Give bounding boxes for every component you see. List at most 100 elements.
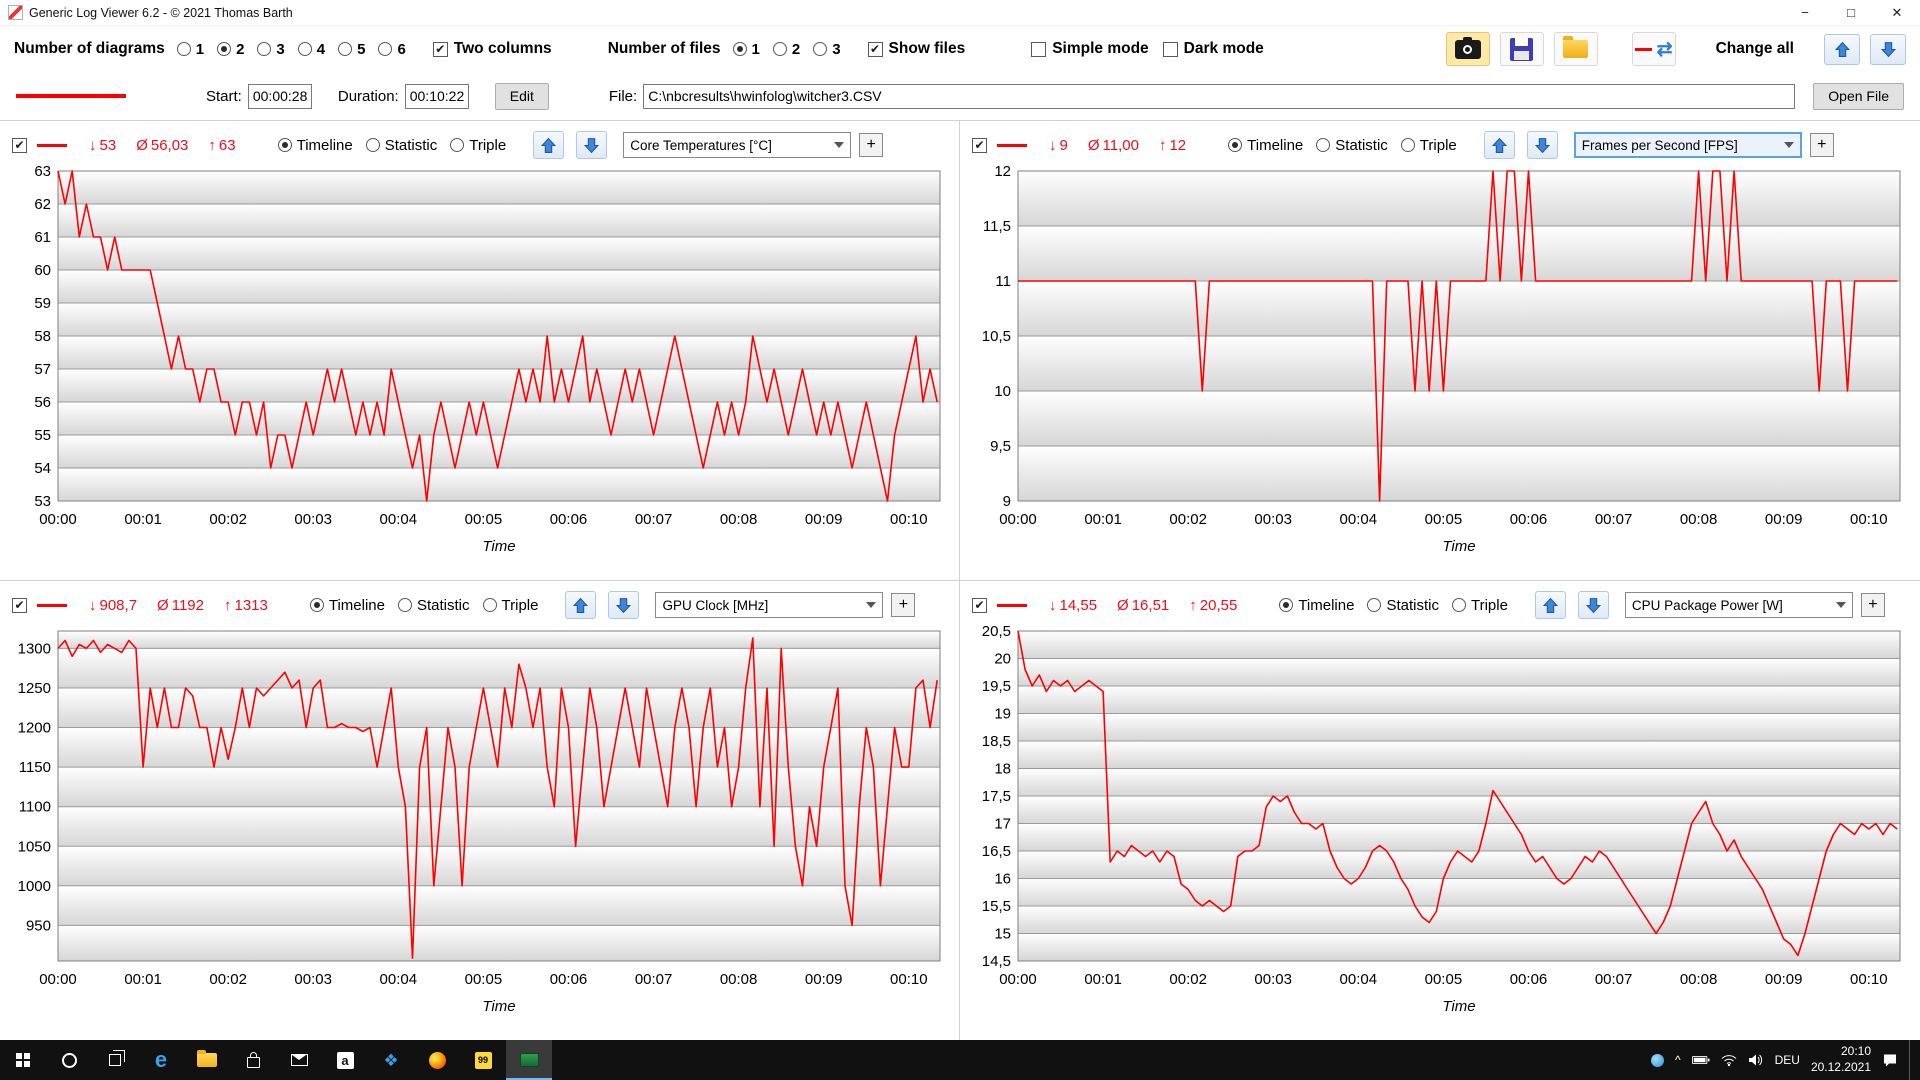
- add-series-button[interactable]: +: [859, 133, 883, 157]
- search-button[interactable]: [46, 1040, 92, 1080]
- move-down-button[interactable]: [1578, 591, 1609, 619]
- diagram-count-6[interactable]: 6: [378, 41, 405, 58]
- tray-expand-chevron-icon[interactable]: ^: [1675, 1053, 1681, 1067]
- file-count-2[interactable]: 2: [773, 41, 800, 58]
- taskbar-app-edge[interactable]: e: [138, 1040, 184, 1080]
- radio-statistic[interactable]: Statistic: [1367, 597, 1439, 614]
- radio-circle-icon: [773, 42, 787, 56]
- file-path-input[interactable]: [643, 84, 1795, 109]
- radio-statistic[interactable]: Statistic: [398, 597, 470, 614]
- radio-label: 1: [196, 41, 204, 58]
- dark-mode-checkbox[interactable]: ✔ Dark mode: [1163, 40, 1264, 58]
- screenshot-button[interactable]: [1446, 32, 1490, 66]
- floppy-disk-icon: [1510, 38, 1533, 61]
- radio-triple[interactable]: Triple: [483, 597, 539, 614]
- series-visible-checkbox[interactable]: ✔: [12, 138, 27, 153]
- duration-input[interactable]: [405, 84, 469, 109]
- svg-text:00:07: 00:07: [635, 511, 673, 528]
- file-count-1[interactable]: 1: [733, 41, 760, 58]
- mail-icon: [291, 1054, 308, 1066]
- export-button[interactable]: [1554, 32, 1598, 66]
- edge-icon: e: [155, 1049, 167, 1071]
- arrow-down-icon: [615, 597, 632, 614]
- metric-dropdown[interactable]: Core Temperatures [°C]: [623, 132, 851, 158]
- radio-timeline[interactable]: Timeline: [1279, 597, 1354, 614]
- radio-label: Timeline: [1247, 137, 1303, 154]
- edit-button[interactable]: Edit: [495, 83, 549, 110]
- save-button[interactable]: [1500, 32, 1544, 66]
- change-all-down-button[interactable]: [1870, 34, 1906, 65]
- move-down-button[interactable]: [576, 131, 607, 159]
- tray-app-icon[interactable]: [1651, 1054, 1664, 1067]
- show-desktop-button[interactable]: [1909, 1040, 1914, 1080]
- move-up-button[interactable]: [565, 591, 596, 619]
- action-center-icon[interactable]: [1882, 1053, 1898, 1067]
- svg-text:57: 57: [34, 361, 51, 378]
- battery-icon[interactable]: [1692, 1055, 1710, 1065]
- simple-mode-checkbox[interactable]: ✔ Simple mode: [1031, 40, 1148, 58]
- move-down-button[interactable]: [608, 591, 639, 619]
- radio-timeline[interactable]: Timeline: [1228, 137, 1303, 154]
- metric-dropdown[interactable]: GPU Clock [MHz]: [655, 592, 883, 618]
- radio-timeline[interactable]: Timeline: [278, 137, 353, 154]
- reload-series-button[interactable]: ⇄: [1632, 32, 1676, 66]
- diagram-count-2[interactable]: 2: [217, 41, 244, 58]
- checkbox-box: ✔: [868, 42, 883, 57]
- add-series-button[interactable]: +: [1861, 593, 1885, 617]
- show-files-checkbox[interactable]: ✔ Show files: [868, 40, 966, 58]
- checkbox-box: ✔: [12, 138, 27, 153]
- series-visible-checkbox[interactable]: ✔: [972, 598, 987, 613]
- diagram-count-4[interactable]: 4: [298, 41, 325, 58]
- radio-circle-icon: [1279, 598, 1293, 612]
- radio-timeline[interactable]: Timeline: [310, 597, 385, 614]
- start-button[interactable]: [0, 1040, 46, 1080]
- svg-text:00:02: 00:02: [209, 971, 247, 988]
- taskbar-app-store[interactable]: [230, 1040, 276, 1080]
- taskbar-app-a[interactable]: a: [322, 1040, 368, 1080]
- svg-text:00:10: 00:10: [1850, 971, 1888, 988]
- series-visible-checkbox[interactable]: ✔: [12, 598, 27, 613]
- open-file-button[interactable]: Open File: [1813, 83, 1904, 110]
- taskbar-app-dropbox[interactable]: ❖: [368, 1040, 414, 1080]
- add-series-button[interactable]: +: [891, 593, 915, 617]
- radio-triple[interactable]: Triple: [1401, 137, 1457, 154]
- keyboard-language-indicator[interactable]: DEU: [1775, 1053, 1800, 1067]
- start-time-input[interactable]: [248, 84, 312, 109]
- taskbar-app-99[interactable]: 99: [460, 1040, 506, 1080]
- taskbar-app-explorer[interactable]: [184, 1040, 230, 1080]
- taskbar-clock[interactable]: 20:10 20.12.2021: [1811, 1044, 1871, 1075]
- diagram-count-3[interactable]: 3: [257, 41, 284, 58]
- svg-text:00:04: 00:04: [380, 511, 418, 528]
- panel-header: ✔ ↓9 Ø11,00 ↑12 TimelineStatisticTriple …: [972, 127, 1908, 163]
- taskbar-app-logviewer[interactable]: [506, 1040, 552, 1080]
- radio-triple[interactable]: Triple: [1452, 597, 1508, 614]
- dropbox-icon: ❖: [383, 1052, 398, 1069]
- radio-statistic[interactable]: Statistic: [1316, 137, 1388, 154]
- svg-text:00:03: 00:03: [294, 511, 332, 528]
- wifi-icon[interactable]: [1721, 1054, 1737, 1067]
- volume-icon[interactable]: [1748, 1053, 1764, 1067]
- move-up-button[interactable]: [1535, 591, 1566, 619]
- radio-statistic[interactable]: Statistic: [366, 137, 438, 154]
- two-columns-checkbox[interactable]: ✔ Two columns: [433, 40, 552, 58]
- radio-triple[interactable]: Triple: [450, 137, 506, 154]
- diagram-count-5[interactable]: 5: [338, 41, 365, 58]
- move-up-button[interactable]: [533, 131, 564, 159]
- add-series-button[interactable]: +: [1810, 133, 1834, 157]
- diagram-count-1[interactable]: 1: [177, 41, 204, 58]
- taskbar-app-firefox[interactable]: [414, 1040, 460, 1080]
- change-all-up-button[interactable]: [1824, 34, 1860, 65]
- taskbar-app-mail[interactable]: [276, 1040, 322, 1080]
- stat-avg: Ø1192: [157, 597, 204, 614]
- task-view-button[interactable]: [92, 1040, 138, 1080]
- metric-dropdown[interactable]: CPU Package Power [W]: [1625, 592, 1853, 618]
- move-down-button[interactable]: [1527, 131, 1558, 159]
- maximize-button[interactable]: □: [1828, 0, 1874, 25]
- move-up-button[interactable]: [1484, 131, 1515, 159]
- svg-text:Time: Time: [1442, 998, 1475, 1015]
- minimize-button[interactable]: −: [1782, 0, 1828, 25]
- close-button[interactable]: ✕: [1874, 0, 1920, 25]
- file-count-3[interactable]: 3: [813, 41, 840, 58]
- metric-dropdown[interactable]: Frames per Second [FPS]: [1574, 132, 1802, 158]
- series-visible-checkbox[interactable]: ✔: [972, 138, 987, 153]
